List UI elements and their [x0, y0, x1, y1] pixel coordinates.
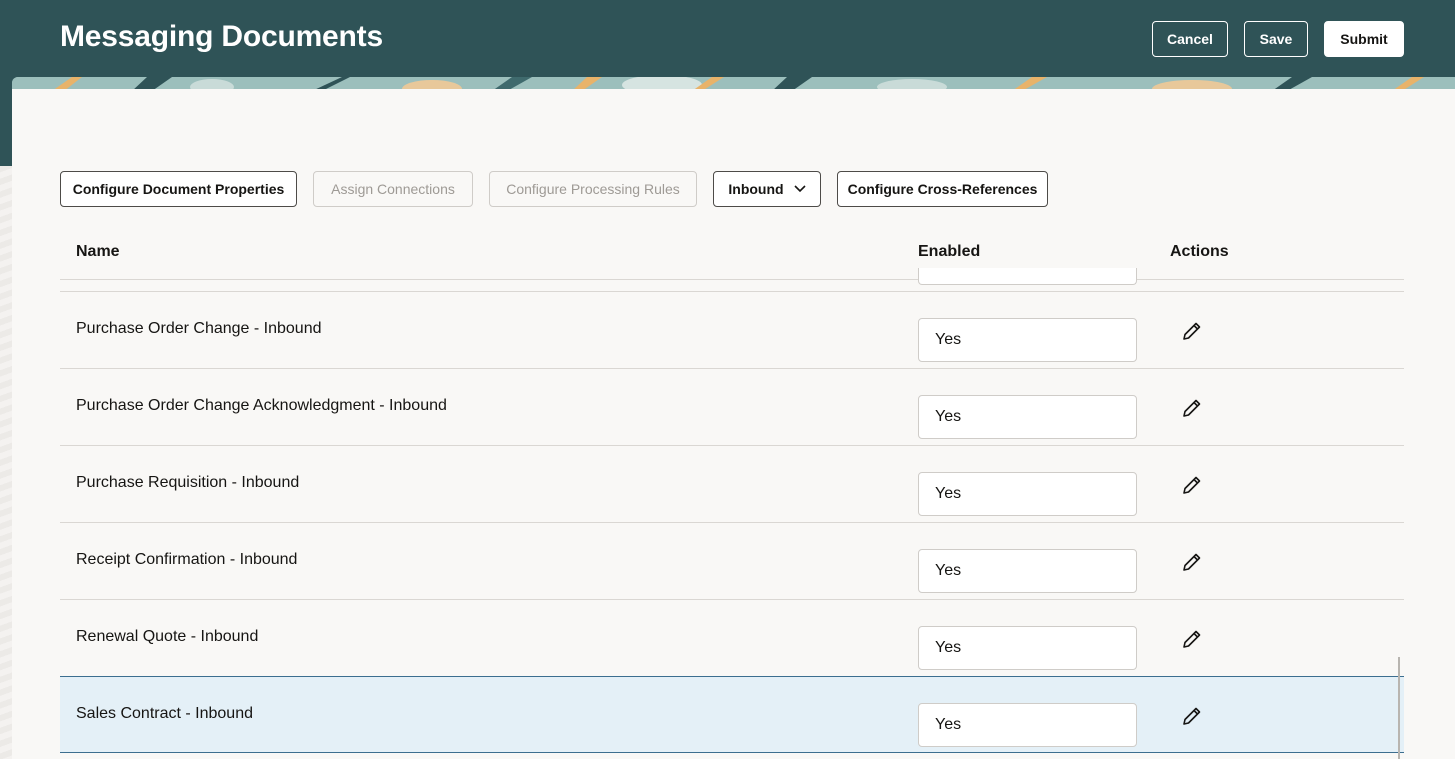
table-row[interactable]: Renewal Quote - Inbound Yes	[60, 600, 1404, 677]
page-title: Messaging Documents	[60, 20, 383, 53]
row-name: Sales Contract - Inbound	[76, 705, 253, 722]
row-name: Purchase Order Change - Inbound	[76, 320, 322, 337]
pencil-icon[interactable]	[1180, 627, 1204, 651]
table-row[interactable]: Receipt Confirmation - Inbound Yes	[60, 523, 1404, 600]
column-header-enabled[interactable]: Enabled	[918, 243, 980, 261]
assign-connections-button[interactable]: Assign Connections	[313, 171, 473, 207]
enabled-field[interactable]: Yes	[918, 472, 1137, 516]
scrollbar[interactable]	[1398, 657, 1400, 759]
configure-processing-rules-button[interactable]: Configure Processing Rules	[489, 171, 697, 207]
row-name: Purchase Order Change Acknowledgment - I…	[76, 397, 447, 414]
background-texture	[0, 166, 12, 759]
enabled-field[interactable]: Yes	[918, 703, 1137, 747]
cancel-button[interactable]: Cancel	[1152, 21, 1228, 57]
save-button[interactable]: Save	[1244, 21, 1308, 57]
submit-button[interactable]: Submit	[1324, 21, 1404, 57]
pencil-icon[interactable]	[1180, 704, 1204, 728]
direction-select-value: Inbound	[728, 181, 784, 197]
enabled-field[interactable]: Yes	[918, 395, 1137, 439]
column-header-name[interactable]: Name	[76, 243, 120, 261]
direction-select[interactable]: Inbound	[713, 171, 821, 207]
chevron-down-icon	[794, 185, 806, 193]
table-row[interactable]: Purchase Order Change - Inbound Yes	[60, 292, 1404, 369]
column-header-actions: Actions	[1170, 243, 1229, 260]
table-row[interactable]: Purchase Order Change Acknowledgment - I…	[60, 369, 1404, 446]
pencil-icon[interactable]	[1180, 550, 1204, 574]
pencil-icon[interactable]	[1180, 396, 1204, 420]
enabled-field[interactable]: Yes	[918, 549, 1137, 593]
enabled-field[interactable]: Yes	[918, 626, 1137, 670]
header-divider	[60, 279, 1404, 280]
row-name: Receipt Confirmation - Inbound	[76, 551, 298, 568]
row-name: Purchase Requisition - Inbound	[76, 474, 300, 491]
configure-document-properties-button[interactable]: Configure Document Properties	[60, 171, 297, 207]
pencil-icon[interactable]	[1180, 319, 1204, 343]
enabled-field[interactable]: Yes	[918, 318, 1137, 362]
configure-cross-references-button[interactable]: Configure Cross-References	[837, 171, 1048, 207]
enabled-field-partial	[918, 268, 1137, 285]
row-name: Renewal Quote - Inbound	[76, 628, 259, 645]
pencil-icon[interactable]	[1180, 473, 1204, 497]
table-row[interactable]: Purchase Requisition - Inbound Yes	[60, 446, 1404, 523]
table-row-selected[interactable]: Sales Contract - Inbound Yes	[60, 676, 1404, 753]
